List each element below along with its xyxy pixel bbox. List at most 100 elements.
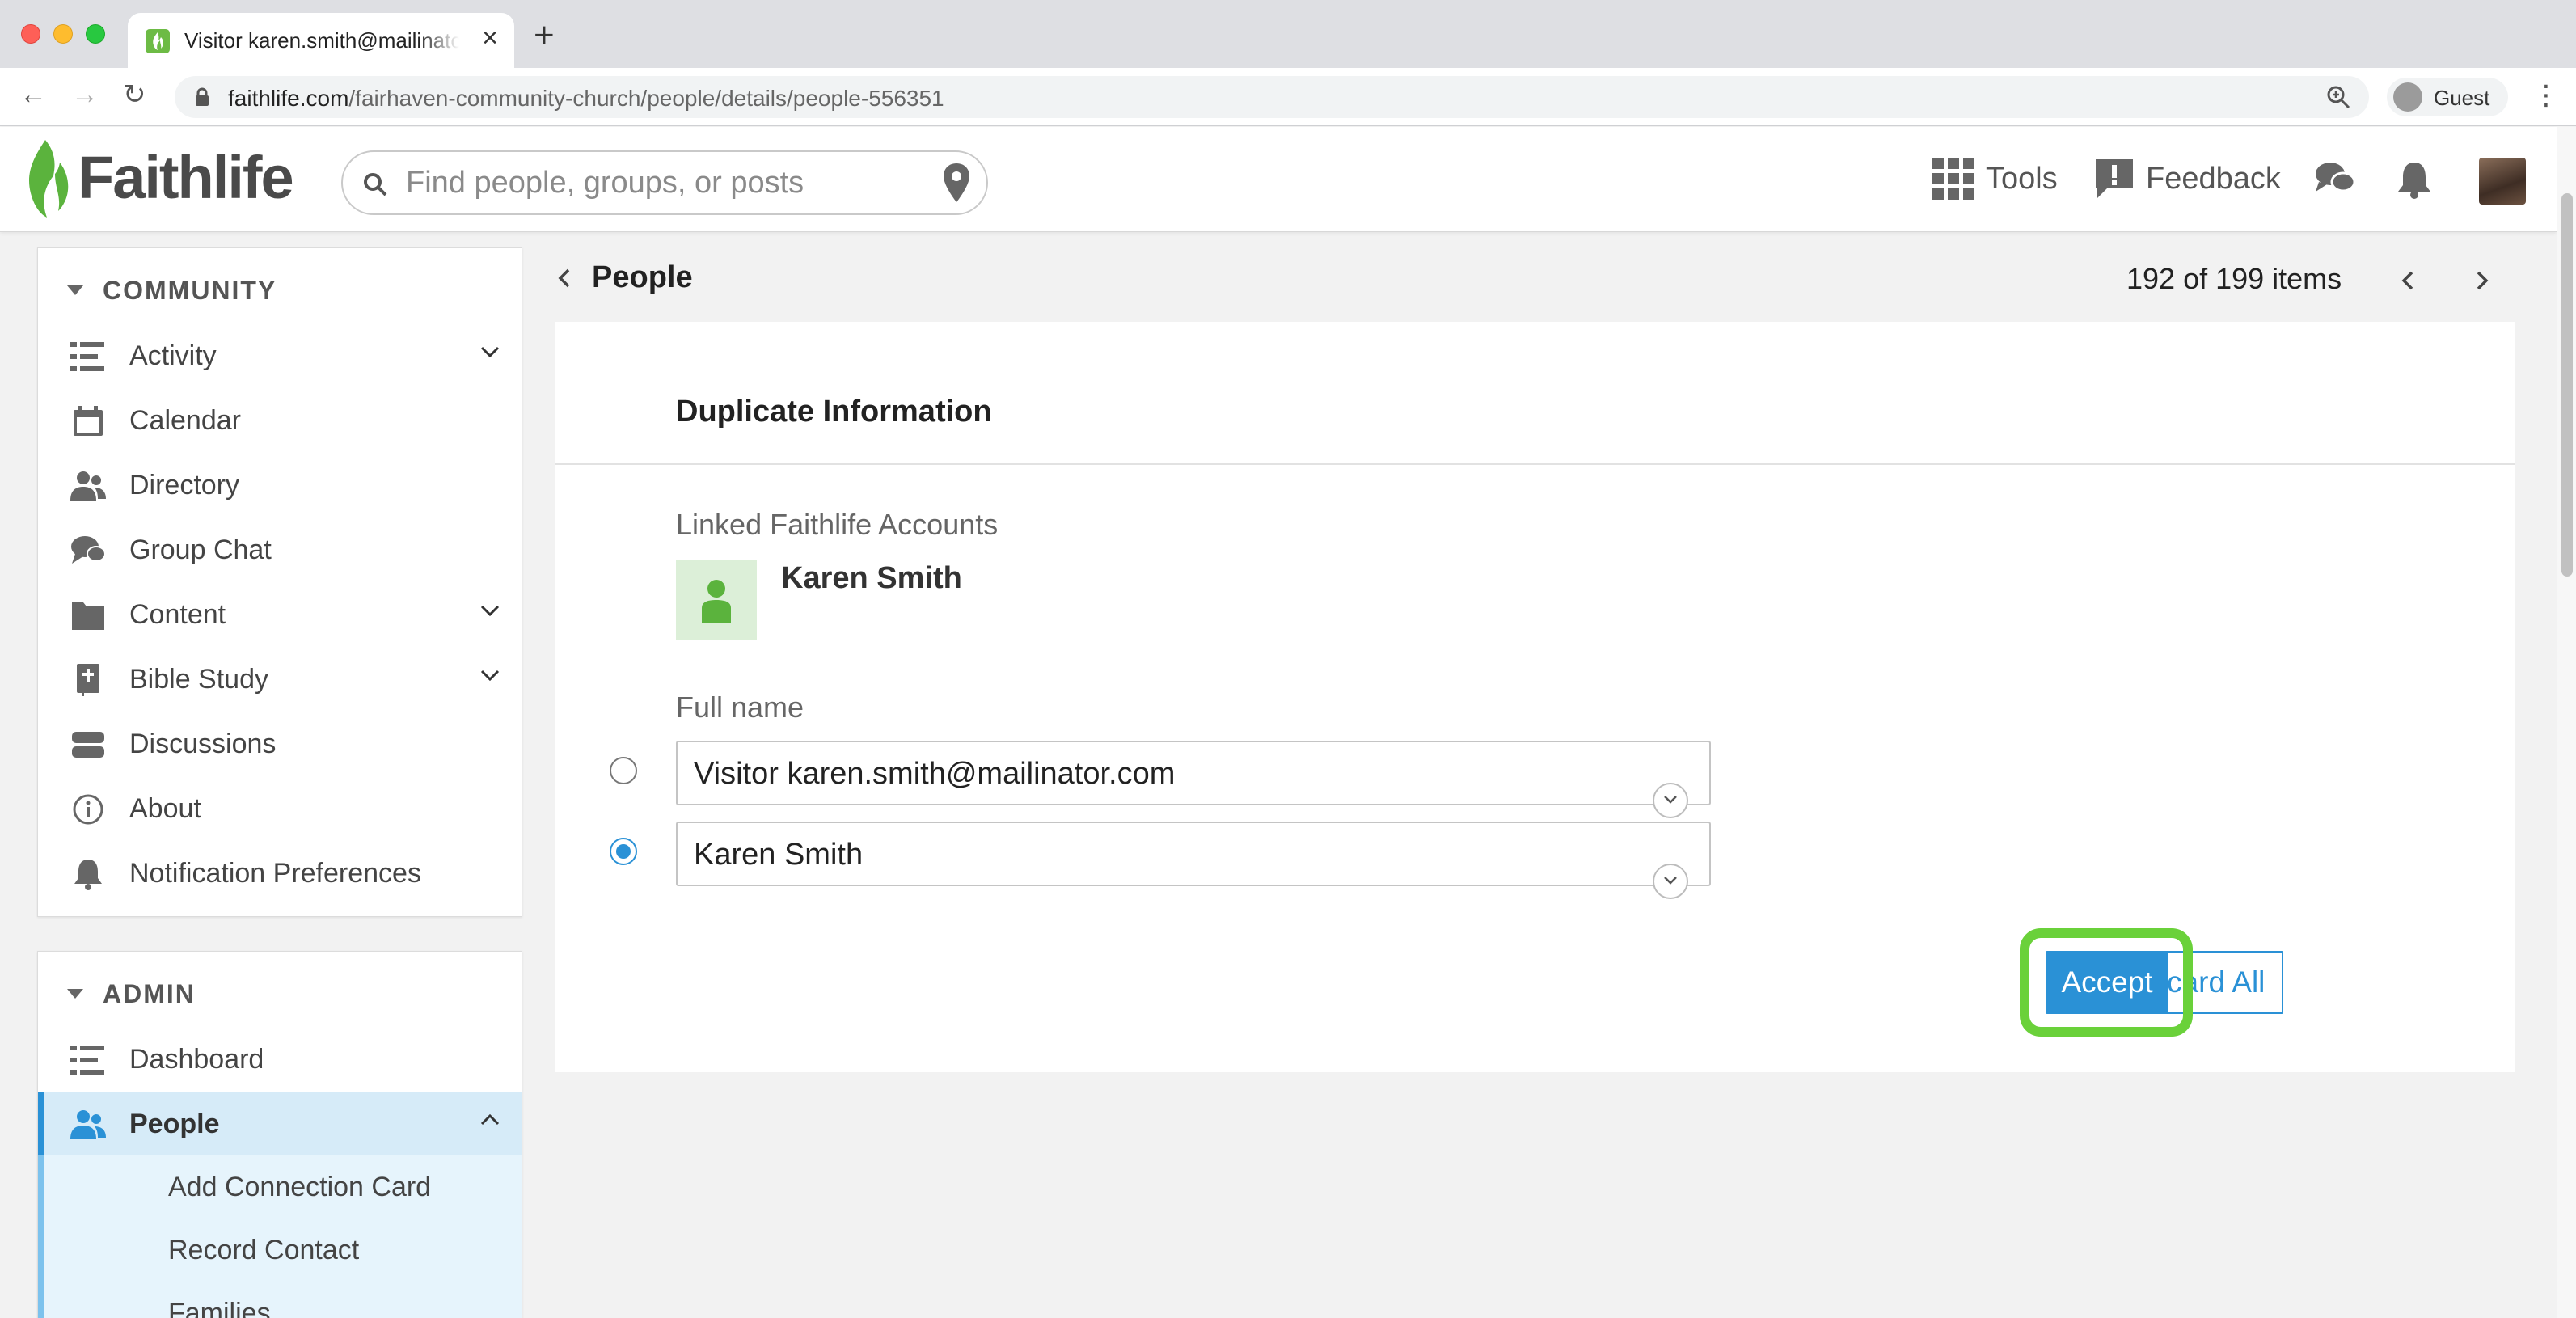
full-name-field-2[interactable]: Karen Smith <box>676 822 1711 899</box>
forward-icon[interactable]: → <box>71 81 99 108</box>
chevron-down-icon[interactable] <box>479 604 500 617</box>
sidebar-item-dashboard[interactable]: Dashboard <box>38 1028 522 1091</box>
chevron-left-icon[interactable] <box>558 268 571 289</box>
sidebar-item-label: Discussions <box>129 729 277 759</box>
collapse-caret-icon <box>67 285 83 295</box>
apps-grid-icon <box>1932 158 1974 200</box>
tools-button[interactable]: Tools <box>1932 154 2058 203</box>
previous-item-icon[interactable] <box>2401 270 2414 291</box>
sidebar-item-calendar[interactable]: Calendar <box>38 389 522 452</box>
sidebar-item-activity[interactable]: Activity <box>38 324 522 387</box>
scrollbar-thumb[interactable] <box>2561 193 2573 577</box>
full-name-option-radio-2[interactable] <box>610 838 637 865</box>
reload-icon[interactable]: ↻ <box>123 81 146 108</box>
faithlife-logo-text[interactable]: Faithlife <box>78 143 294 212</box>
duplicate-info-panel: Duplicate Information Linked Faithlife A… <box>555 322 2515 1072</box>
chevron-down-icon[interactable] <box>1653 783 1688 818</box>
breadcrumb-people[interactable]: People <box>592 260 693 295</box>
sidebar-item-notification-preferences[interactable]: Notification Preferences <box>38 842 522 905</box>
divider <box>555 463 2515 465</box>
sidebar-subitem-record-contact[interactable]: Record Contact <box>38 1219 522 1282</box>
sidebar-item-label: Directory <box>129 470 240 501</box>
search-icon <box>364 173 387 196</box>
chevron-up-icon[interactable] <box>479 1113 500 1126</box>
sidebar-item-label: Dashboard <box>129 1044 264 1075</box>
sidebar-item-group-chat[interactable]: Group Chat <box>38 518 522 581</box>
sidebar-item-label: Calendar <box>129 405 241 436</box>
account-avatar <box>676 560 757 640</box>
browser-tab-bar: Visitor karen.smith@mailinator.com × + <box>0 0 2576 68</box>
sidebar-item-label: Content <box>129 599 226 630</box>
window-close-button[interactable] <box>21 24 40 44</box>
pager-count: 192 of 199 items <box>2126 262 2342 295</box>
search-input[interactable] <box>406 163 923 202</box>
admin-section-header[interactable]: ADMIN <box>67 978 196 1010</box>
back-icon[interactable]: ← <box>19 81 47 108</box>
page-scrollbar[interactable] <box>2557 127 2576 1318</box>
chevron-down-icon[interactable] <box>479 345 500 358</box>
chevron-down-icon[interactable] <box>1653 864 1688 899</box>
browser-tab[interactable]: Visitor karen.smith@mailinator.com × <box>128 13 514 68</box>
collapse-caret-icon <box>67 989 83 999</box>
sidebar-item-label: Group Chat <box>129 534 272 565</box>
user-avatar[interactable] <box>2479 158 2526 205</box>
community-section-title: COMMUNITY <box>103 275 277 305</box>
sidebar-item-label: Bible Study <box>129 664 268 695</box>
accept-button[interactable]: Accept <box>2046 951 2168 1014</box>
sidebar-subitem-label: Record Contact <box>168 1235 360 1265</box>
sidebar-item-label: Activity <box>129 340 217 371</box>
new-tab-icon[interactable]: + <box>534 18 555 53</box>
tab-close-icon[interactable]: × <box>482 24 498 52</box>
browser-menu-icon[interactable]: ⋮ <box>2532 79 2560 112</box>
window-zoom-button[interactable] <box>86 24 105 44</box>
bell-icon <box>74 860 102 890</box>
window-minimize-button[interactable] <box>53 24 73 44</box>
bible-icon <box>77 664 99 696</box>
sidebar-item-label: About <box>129 793 201 824</box>
messages-icon[interactable] <box>2314 161 2356 198</box>
sidebar-subitem-add-connection-card[interactable]: Add Connection Card <box>38 1155 522 1219</box>
feedback-label: Feedback <box>2146 161 2281 196</box>
url-field[interactable]: faithlife.com/fairhaven-community-church… <box>175 76 2369 118</box>
discussions-icon <box>72 732 104 758</box>
sidebar-item-people[interactable]: People <box>38 1092 522 1155</box>
sidebar-item-bible-study[interactable]: Bible Study <box>38 648 522 711</box>
directory-icon <box>70 471 106 501</box>
tools-label: Tools <box>1986 161 2058 196</box>
person-icon <box>702 580 731 623</box>
faithlife-favicon-icon <box>146 29 170 53</box>
info-icon <box>73 794 103 825</box>
full-name-field-1[interactable]: Visitor karen.smith@mailinator.com <box>676 741 1711 818</box>
sidebar-item-label: People <box>129 1109 220 1139</box>
sidebar-item-discussions[interactable]: Discussions <box>38 712 522 775</box>
full-name-value: Karen Smith <box>694 838 864 872</box>
panel-title: Duplicate Information <box>676 395 992 429</box>
people-icon <box>70 1110 106 1139</box>
full-name-label: Full name <box>676 691 804 724</box>
app-header: Faithlife Tools Feedback <box>0 127 2557 232</box>
linked-account-name[interactable]: Karen Smith <box>781 561 962 596</box>
url-text: faithlife.com/fairhaven-community-church… <box>228 86 944 111</box>
faithlife-logo-icon[interactable] <box>21 138 73 219</box>
sidebar-item-directory[interactable]: Directory <box>38 454 522 517</box>
next-item-icon[interactable] <box>2476 270 2489 291</box>
notifications-bell-icon[interactable] <box>2397 159 2432 200</box>
lock-icon <box>196 87 209 106</box>
feedback-button[interactable]: Feedback <box>2094 154 2281 203</box>
sidebar-item-content[interactable]: Content <box>38 583 522 646</box>
feedback-icon <box>2096 159 2133 198</box>
search-box[interactable] <box>341 150 988 215</box>
sidebar-subitem-families[interactable]: Families <box>38 1282 522 1318</box>
full-name-option-radio-1[interactable] <box>610 757 637 784</box>
community-section-header[interactable]: COMMUNITY <box>67 274 277 306</box>
location-pin-icon[interactable] <box>941 162 972 204</box>
sidebar-item-about[interactable]: About <box>38 777 522 840</box>
zoom-icon[interactable] <box>2325 84 2351 110</box>
dashboard-icon <box>70 1046 104 1075</box>
full-name-value: Visitor karen.smith@mailinator.com <box>694 757 1176 791</box>
tab-title: Visitor karen.smith@mailinator.com <box>184 28 459 53</box>
breadcrumb[interactable]: People <box>558 260 693 295</box>
profile-button[interactable]: Guest <box>2387 78 2508 116</box>
chevron-down-icon[interactable] <box>479 669 500 682</box>
profile-label: Guest <box>2434 86 2490 110</box>
